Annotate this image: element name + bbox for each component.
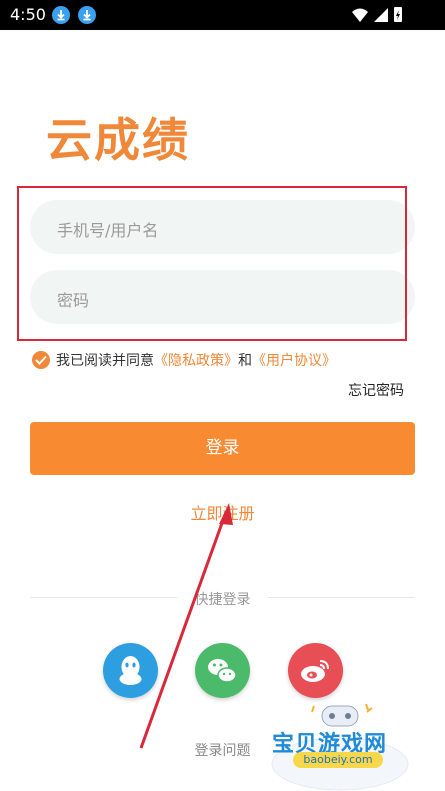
wechat-login-button[interactable]	[195, 643, 250, 698]
weibo-login-button[interactable]	[288, 643, 343, 698]
watermark-url: baobeiy.com	[293, 752, 383, 768]
app-logo: 云成绩	[46, 113, 190, 167]
agreement-checkbox[interactable]	[32, 351, 50, 369]
register-link[interactable]: 立即注册	[0, 500, 445, 524]
forgot-password-link[interactable]: 忘记密码	[348, 380, 404, 400]
qq-login-button[interactable]	[103, 643, 158, 698]
agreement-row: 我已阅读并同意 《隐私政策》 和 《用户协议》	[32, 350, 336, 370]
signal-icon	[374, 8, 388, 22]
system-status-icons	[352, 7, 402, 22]
login-button[interactable]: 登录	[30, 422, 415, 475]
qq-icon	[119, 656, 142, 685]
agreement-and: 和	[238, 353, 252, 369]
divider-right	[268, 597, 415, 598]
privacy-policy-link[interactable]: 《隐私政策》	[154, 350, 238, 370]
user-agreement-link[interactable]: 《用户协议》	[252, 350, 336, 370]
download-icon	[78, 6, 96, 24]
quick-login-title: 快捷登录	[194, 592, 251, 608]
agreement-prefix: 我已阅读并同意	[56, 353, 154, 369]
weibo-icon	[301, 660, 329, 682]
wechat-icon	[208, 659, 237, 683]
status-time: 4:50	[10, 5, 46, 24]
status-bar: 4:50	[0, 0, 445, 30]
wifi-icon	[352, 8, 368, 22]
download-icon	[52, 6, 70, 24]
annotation-box	[17, 186, 407, 341]
